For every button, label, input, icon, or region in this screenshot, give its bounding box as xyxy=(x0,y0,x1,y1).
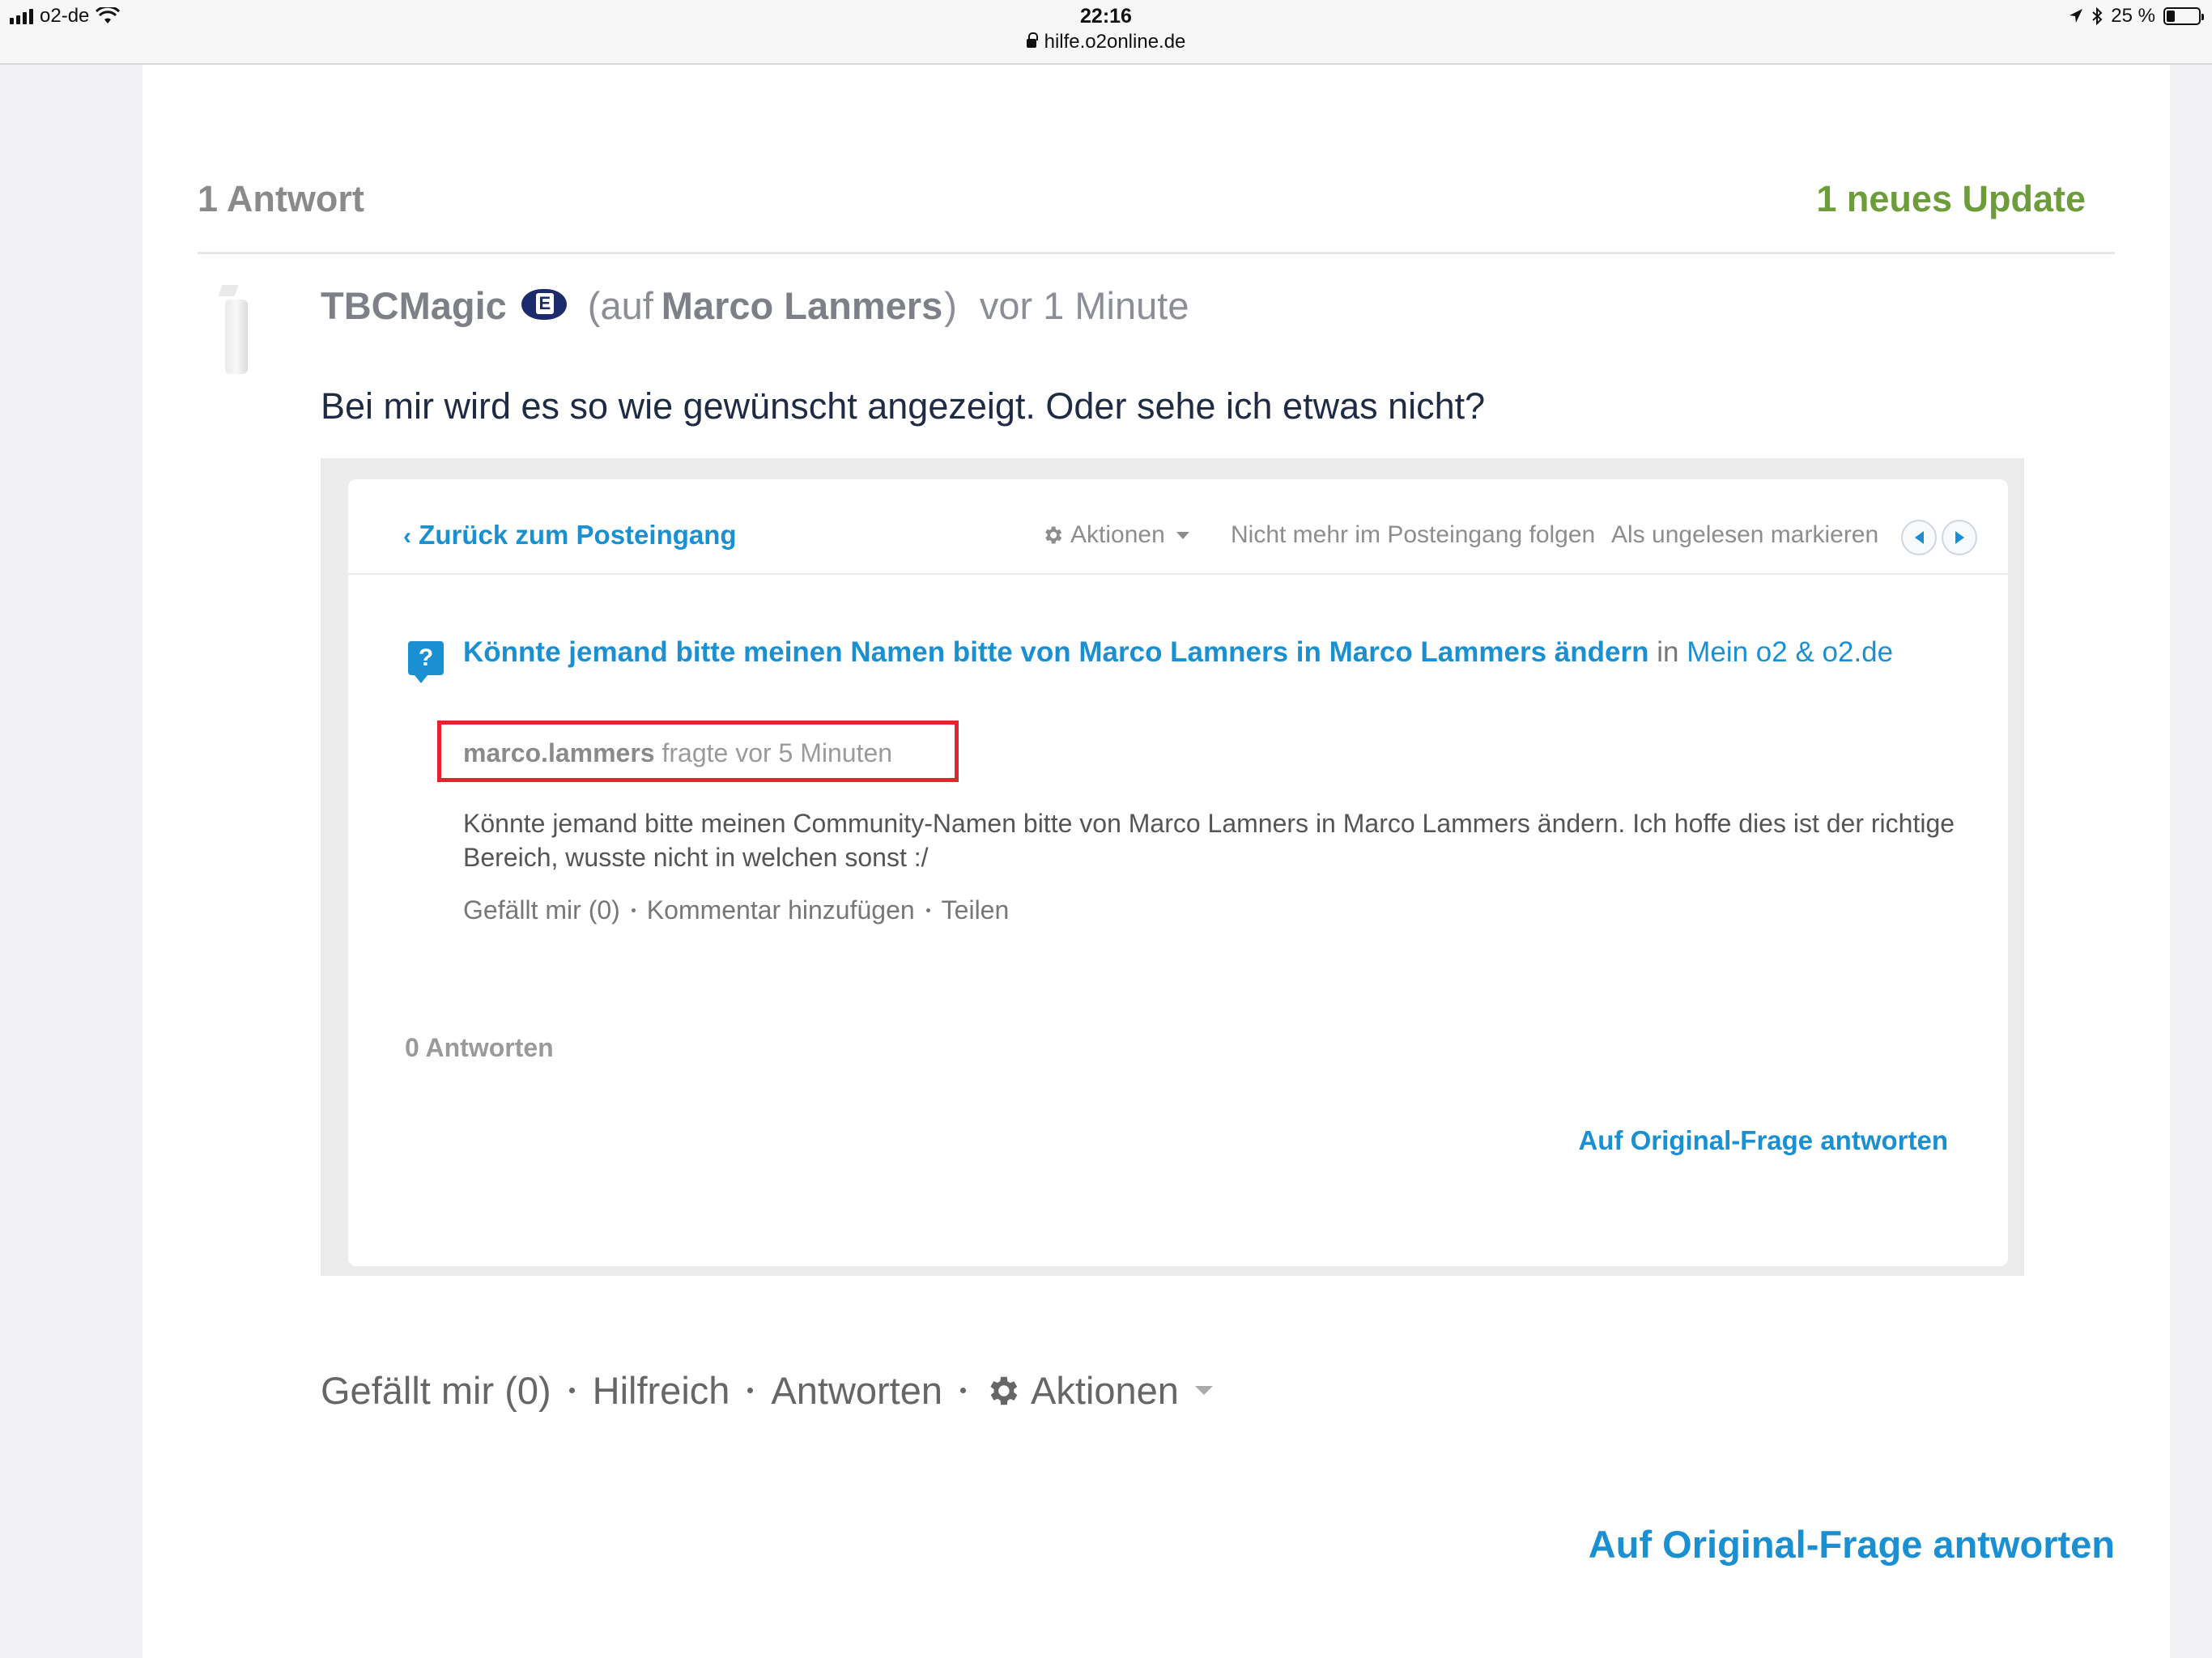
asker-name: marco.lammers xyxy=(463,738,655,767)
thread-header: 1 Antwort 1 neues Update xyxy=(198,65,2115,254)
battery-percent: 25 % xyxy=(2111,5,2155,27)
back-label: Zurück zum Posteingang xyxy=(419,520,737,550)
caret-down-icon xyxy=(1194,1386,1213,1395)
post-meta: TBCMagic E (auf Marco Lanmers ) vor 1 Mi… xyxy=(321,283,1189,328)
helpful-button[interactable]: Hilfreich xyxy=(593,1368,730,1413)
like-label: Gefällt mir (0) xyxy=(463,895,620,925)
asker-meta: fragte vor 5 Minuten xyxy=(661,738,893,767)
reply-original-link-inner: Auf Original-Frage antworten xyxy=(1578,1125,1948,1155)
reply-button[interactable]: Antworten xyxy=(771,1368,942,1413)
prev-arrow-icon xyxy=(1901,520,1937,555)
answers-count: 1 Antwort xyxy=(198,178,364,219)
battery-level xyxy=(2167,11,2175,22)
post-time: vor 1 Minute xyxy=(979,284,1189,327)
status-right: 25 % xyxy=(2069,5,2204,28)
lock-icon xyxy=(1026,32,1038,48)
post-actions: Gefällt mir (0) Hilfreich Antworten Akti… xyxy=(321,1368,1213,1413)
question-title: Könnte jemand bitte meinen Namen bitte v… xyxy=(463,635,1977,670)
bluetooth-icon xyxy=(2092,7,2103,25)
new-updates-link[interactable]: 1 neues Update xyxy=(1816,178,2086,220)
actions-label: Aktionen xyxy=(1031,1369,1179,1412)
question-body: Könnte jemand bitte meinen Community-Nam… xyxy=(463,809,1955,872)
pager xyxy=(1901,520,1977,555)
share-label: Teilen xyxy=(941,895,1010,925)
actions-dropdown[interactable]: Aktionen xyxy=(984,1368,1213,1413)
mark-unread-link: Als ungelesen markieren xyxy=(1611,521,1879,548)
asker-line: marco.lammers fragte vor 5 Minuten xyxy=(463,738,892,768)
question-title-text: Könnte jemand bitte meinen Namen bitte v… xyxy=(463,636,1649,668)
comment-label: Kommentar hinzufügen xyxy=(646,895,915,925)
screenshot-frame: ‹ Zurück zum Posteingang Aktionen Nicht … xyxy=(348,479,2008,1266)
caret-down-icon xyxy=(1176,531,1189,539)
question-in: in xyxy=(1657,636,1679,668)
address-bar[interactable]: hilfe.o2online.de xyxy=(0,31,2212,53)
next-arrow-icon xyxy=(1942,520,1977,555)
location-icon xyxy=(2069,9,2083,23)
battery-icon xyxy=(2163,7,2204,25)
expert-badge-icon: E xyxy=(521,288,567,320)
question-category: Mein o2 & o2.de xyxy=(1687,636,1894,668)
avatar[interactable] xyxy=(211,285,259,374)
back-to-inbox-link: ‹ Zurück zum Posteingang xyxy=(403,520,737,551)
reply-original-button[interactable]: Auf Original-Frage antworten xyxy=(1589,1522,2115,1567)
actions-label: Aktionen xyxy=(1070,521,1165,548)
reply-prefix: (auf xyxy=(587,284,653,327)
embedded-screenshot[interactable]: ‹ Zurück zum Posteingang Aktionen Nicht … xyxy=(321,458,2024,1276)
reply-suffix: ) xyxy=(944,284,957,327)
gear-icon xyxy=(990,1376,1018,1405)
gear-icon xyxy=(1045,526,1062,544)
inbox-nav: ‹ Zurück zum Posteingang Aktionen Nicht … xyxy=(348,479,2008,575)
unfollow-link: Nicht mehr im Posteingang folgen xyxy=(1231,521,1596,548)
author-name[interactable]: TBCMagic xyxy=(321,283,507,328)
clock: 22:16 xyxy=(1080,5,1132,28)
question-actions: Gefällt mir (0) Kommentar hinzufügen Tei… xyxy=(463,895,1009,925)
answers-count-inner: 0 Antworten xyxy=(405,1033,554,1062)
like-button[interactable]: Gefällt mir (0) xyxy=(321,1368,551,1413)
chevron-left-icon: ‹ xyxy=(403,523,411,550)
status-bar: o2-de 22:16 hilfe.o2online.de 25 % xyxy=(0,0,2212,65)
question-icon: ? xyxy=(408,641,444,683)
actions-menu: Aktionen xyxy=(1041,521,1189,549)
post-text: Bei mir wird es so wie gewünscht angezei… xyxy=(321,385,1486,427)
reply-to-name[interactable]: Marco Lanmers xyxy=(661,283,942,328)
url-text: hilfe.o2online.de xyxy=(1044,31,1186,53)
badge-letter: E xyxy=(535,292,554,314)
page-content: 1 Antwort 1 neues Update TBCMagic E (auf… xyxy=(143,65,2170,1658)
